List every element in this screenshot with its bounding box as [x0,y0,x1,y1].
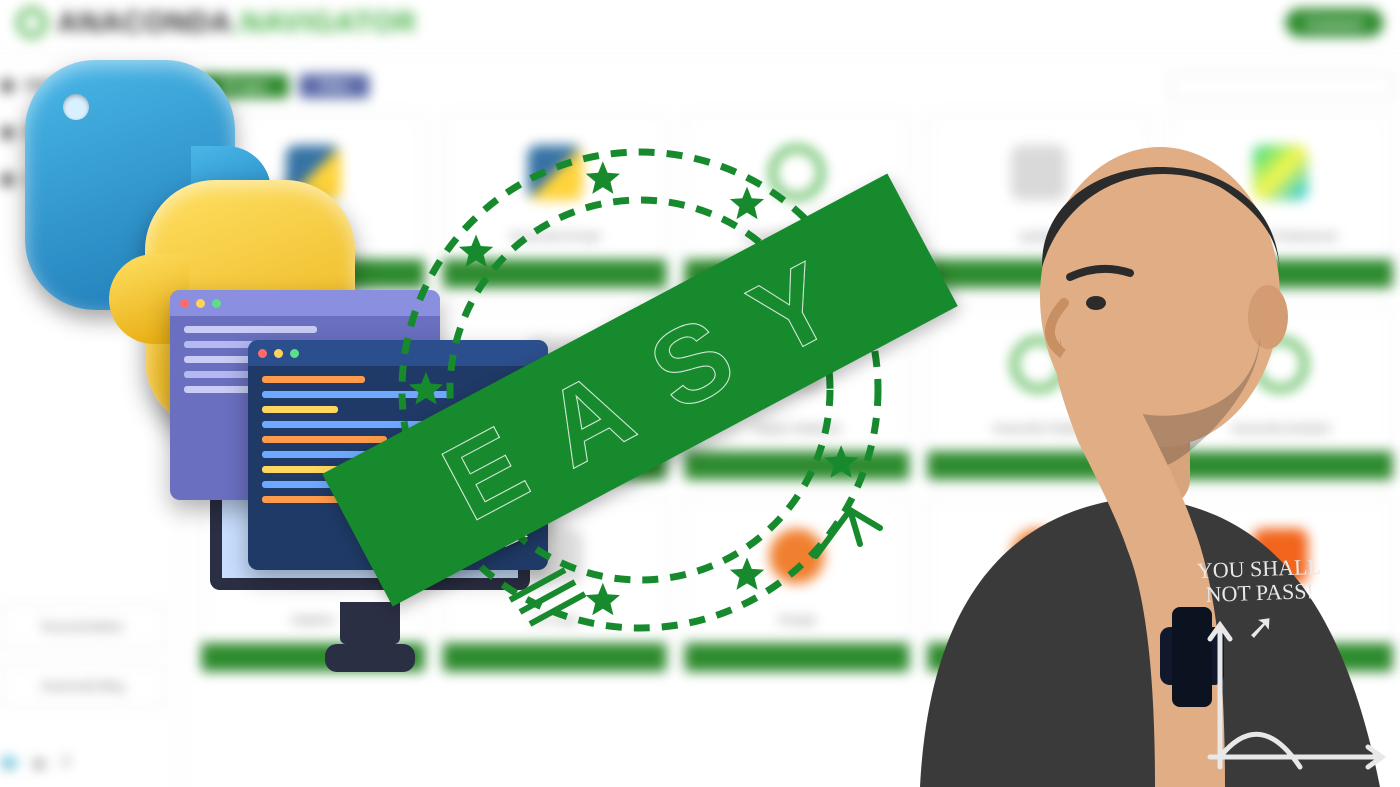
app-card[interactable]: PyCharm Professional [1168,114,1394,289]
app-card[interactable]: Anaconda Assistant [1168,305,1394,480]
anaconda-brand: ANACONDA.NAVIGATOR [17,6,417,39]
app-card[interactable]: Spyder [200,305,426,480]
github-icon[interactable]: ♯ [62,753,70,773]
app-card[interactable]: Python [200,114,426,289]
app-card[interactable]: Anaconda Toolbox [926,305,1152,480]
search-input[interactable] [1169,73,1393,100]
app-card-grid: PythonAnaconda PromptAnaconda Notebooksp… [200,114,1393,673]
chip-all-apps[interactable]: All apps [200,74,288,98]
youtube-icon[interactable]: ▶ [35,753,48,773]
anaconda-ring-icon [17,7,48,38]
social-icons: 🐦 ▶ ♯ [0,753,164,773]
sidebar-cta-blog[interactable]: Anaconda Blog [0,663,164,708]
app-card[interactable]: JupyterLab [442,305,668,480]
sidebar-item-environments[interactable]: Environments [0,124,164,142]
sidebar: Home Environments Learning Documentation… [0,54,180,787]
sidebar-item-learning[interactable]: Learning [0,171,164,189]
app-card[interactable]: VS Code [442,497,668,672]
app-card[interactable]: PyTorch [1168,497,1394,672]
app-card[interactable]: Jupyter Notebook [684,305,910,480]
app-card[interactable]: Glueviz [926,497,1152,672]
app-card[interactable]: Anaconda Notebooks [684,114,910,289]
connect-button[interactable]: Connect [1285,8,1383,37]
sidebar-item-home[interactable]: Home [0,77,164,95]
twitter-icon[interactable]: 🐦 [0,753,20,773]
brand-word-2: .NAVIGATOR [232,6,417,38]
thumbnail-canvas: ANACONDA.NAVIGATOR Connect Home Environm… [0,0,1400,787]
brand-word-1: ANACONDA [57,6,232,38]
app-card[interactable]: Datalore [200,497,426,672]
anaconda-navigator-blurred-bg: ANACONDA.NAVIGATOR Connect Home Environm… [0,0,1400,787]
sidebar-cta-docs[interactable]: Documentation [0,604,164,649]
chip-filter[interactable]: Filter [299,74,370,98]
app-card[interactable]: pandas [926,114,1152,289]
app-card[interactable]: Orange [684,497,910,672]
app-card[interactable]: Anaconda Prompt [442,114,668,289]
